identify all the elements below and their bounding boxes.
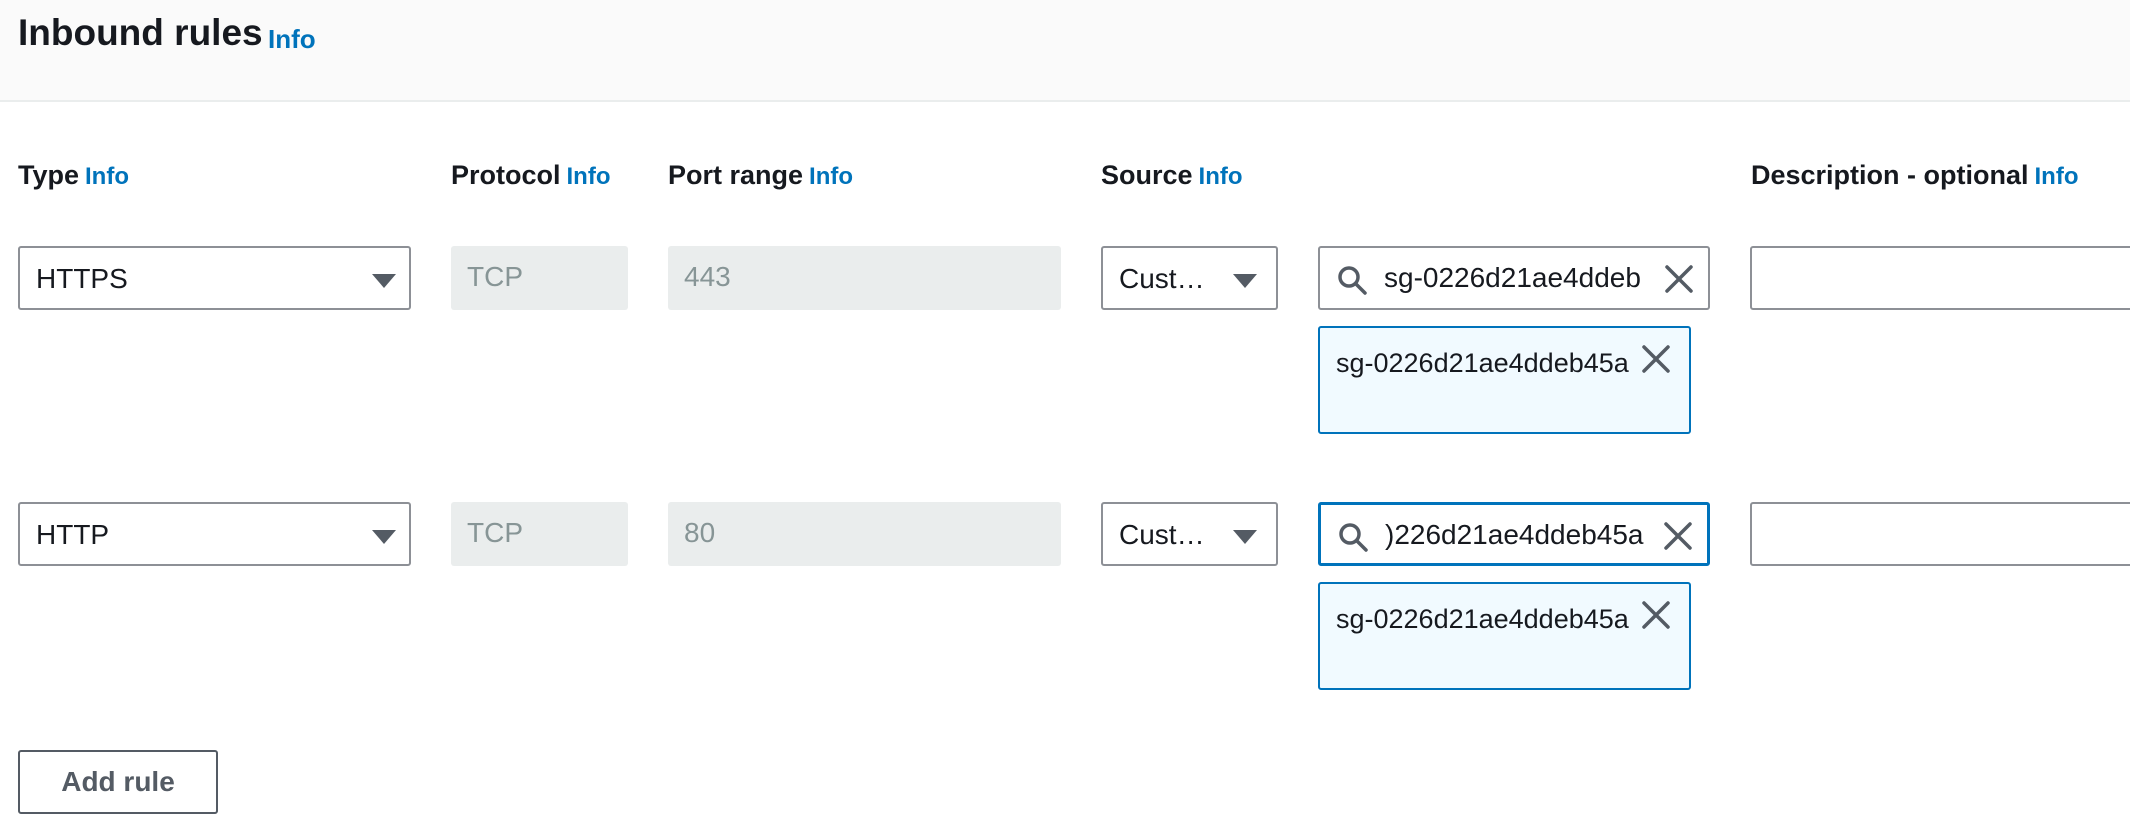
column-label-port-range: Port range Info: [668, 160, 854, 190]
page-title: Inbound rules: [18, 12, 263, 53]
rule-1-source-search-input[interactable]: sg-0226d21ae4ddeb: [1318, 246, 1710, 310]
rule-1-port-range-value: 443: [684, 261, 731, 292]
rule-2-source-token: sg-0226d21ae4ddeb45a: [1318, 582, 1691, 690]
section-header: Inbound rules Info: [0, 0, 2130, 102]
search-icon: [1338, 266, 1367, 295]
rule-2-source-search-input[interactable]: )226d21ae4ddeb45a: [1318, 502, 1710, 566]
add-rule-button[interactable]: Add rule: [18, 750, 218, 814]
rule-2-search-value: )226d21ae4ddeb45a: [1385, 519, 1644, 550]
rule-2-description-input[interactable]: [1750, 502, 2130, 566]
rule-1-search-value: sg-0226d21ae4ddeb: [1384, 262, 1641, 293]
column-label-source: Source Info: [1101, 160, 1243, 190]
rule-2-protocol-value: TCP: [467, 517, 523, 548]
close-icon[interactable]: [1663, 521, 1693, 551]
type-info-link[interactable]: Info: [85, 163, 129, 190]
column-label-type: Type Info: [18, 160, 129, 190]
source-info-link[interactable]: Info: [1199, 163, 1243, 190]
rule-2-token-label: sg-0226d21ae4ddeb45a: [1336, 604, 1629, 634]
rule-1-protocol-value: TCP: [467, 261, 523, 292]
caret-down-icon: [1233, 274, 1257, 288]
rule-1-protocol-field: TCP: [451, 246, 628, 310]
rule-1-source-token: sg-0226d21ae4ddeb45a: [1318, 326, 1691, 434]
description-info-link[interactable]: Info: [2035, 163, 2079, 190]
rule-2-port-range-value: 80: [684, 517, 716, 548]
caret-down-icon: [1233, 530, 1257, 544]
caret-down-icon: [372, 530, 396, 544]
header-info-link[interactable]: Info: [268, 24, 316, 55]
close-icon[interactable]: [1641, 600, 1671, 630]
rule-2-port-range-field: 80: [668, 502, 1061, 566]
close-icon[interactable]: [1664, 264, 1694, 294]
rule-1-source-type-value: Cust…: [1119, 263, 1205, 294]
rule-1-type-value: HTTPS: [36, 263, 128, 294]
caret-down-icon: [372, 274, 396, 288]
rule-2-type-select[interactable]: HTTP: [18, 502, 411, 566]
rule-1-token-label: sg-0226d21ae4ddeb45a: [1336, 348, 1629, 378]
rule-2-protocol-field: TCP: [451, 502, 628, 566]
column-label-description: Description - optional Info: [1751, 160, 2079, 190]
column-label-protocol: Protocol Info: [451, 160, 611, 190]
rule-1-type-select[interactable]: HTTPS: [18, 246, 411, 310]
rule-2-source-type-select[interactable]: Cust…: [1101, 502, 1278, 566]
close-icon[interactable]: [1641, 344, 1671, 374]
rule-2-type-value: HTTP: [36, 519, 110, 550]
rule-1-source-type-select[interactable]: Cust…: [1101, 246, 1278, 310]
rule-1-port-range-field: 443: [668, 246, 1061, 310]
protocol-info-link[interactable]: Info: [567, 163, 611, 190]
rule-2-source-type-value: Cust…: [1119, 519, 1205, 550]
rule-1-description-input[interactable]: [1750, 246, 2130, 310]
port-range-info-link[interactable]: Info: [809, 163, 853, 190]
search-icon: [1339, 523, 1368, 552]
